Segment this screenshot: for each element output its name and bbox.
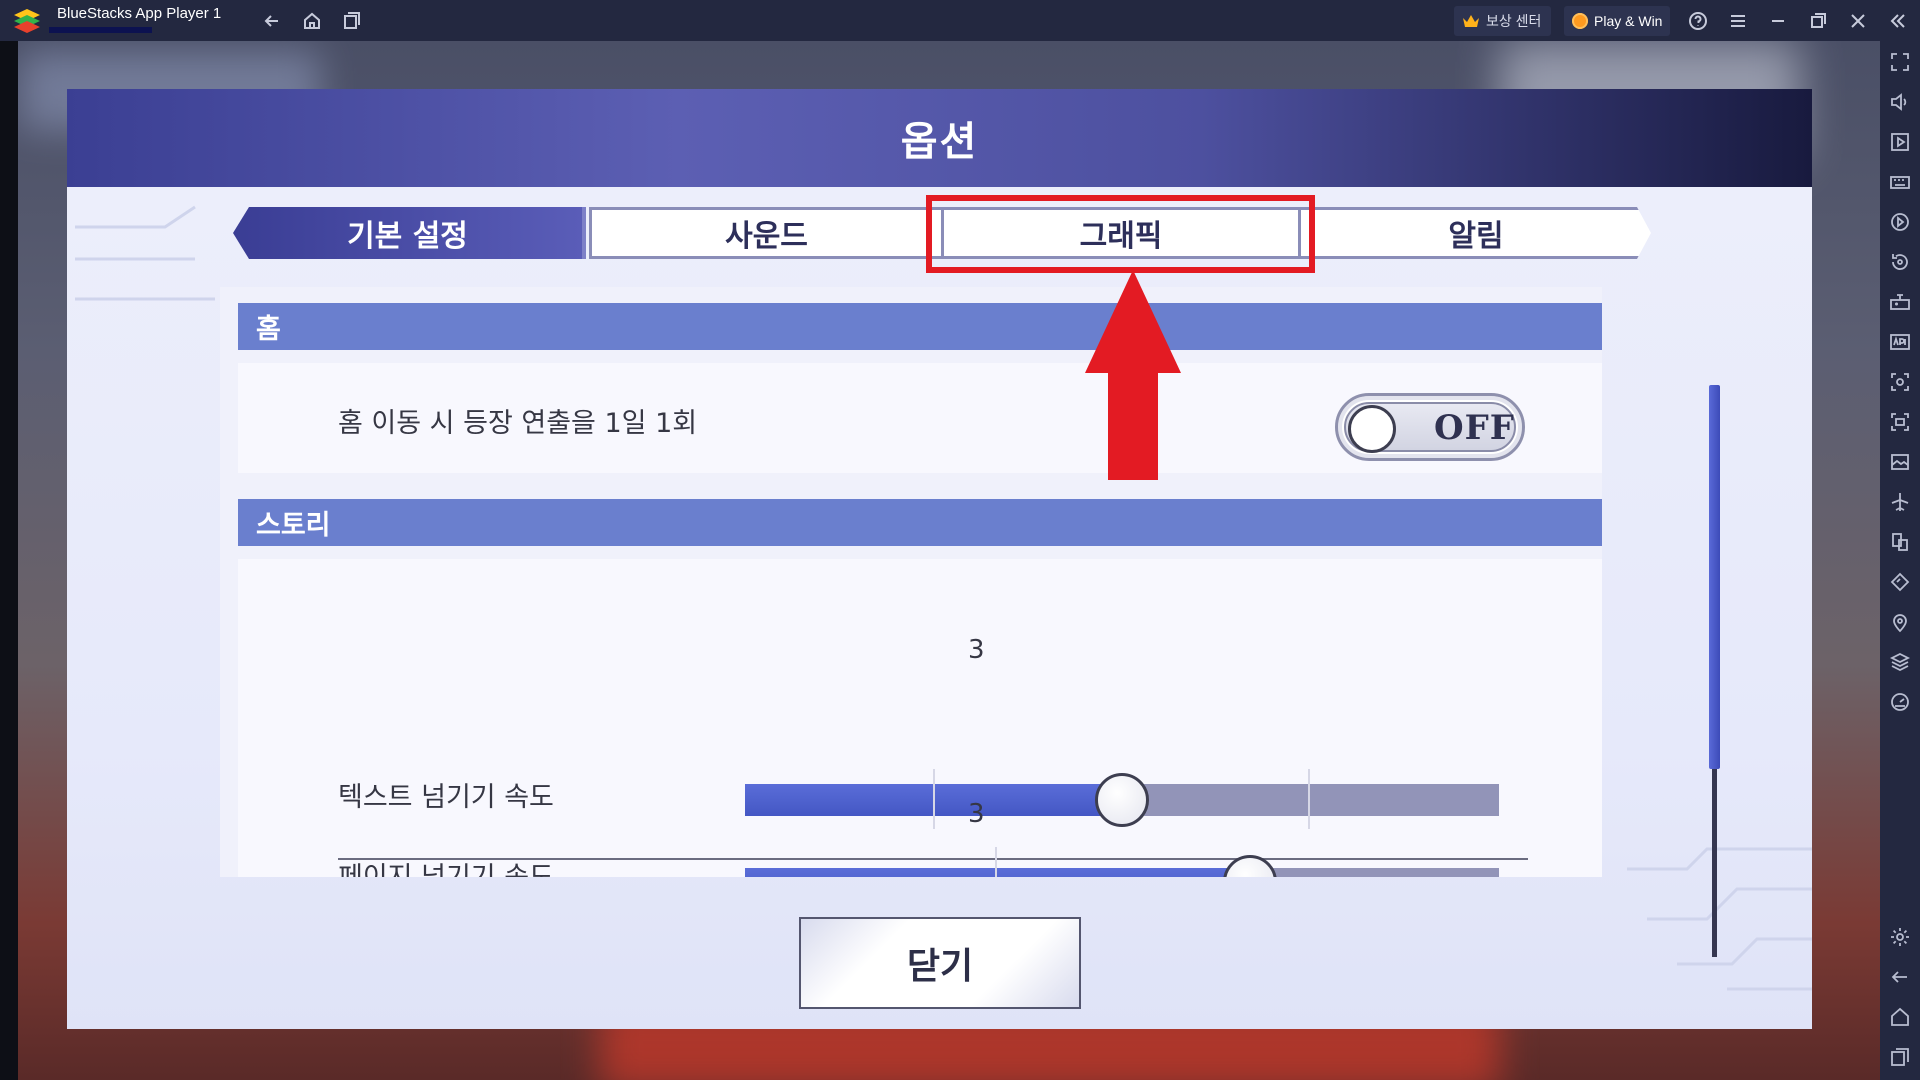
crown-icon (1463, 15, 1479, 27)
airplane-icon[interactable] (1889, 491, 1911, 513)
record-icon[interactable] (1889, 411, 1911, 433)
home-intro-label: 홈 이동 시 등장 연출을 1일 1회 (338, 408, 698, 439)
keyboard-icon[interactable] (1889, 171, 1911, 193)
performance-icon[interactable] (1889, 691, 1911, 713)
play-and-win-button[interactable]: Play & Win (1564, 6, 1671, 36)
multi-instance-icon[interactable] (1889, 531, 1911, 553)
home-intro-toggle[interactable]: OFF (1335, 393, 1525, 461)
toggle-state-text: OFF (1434, 408, 1515, 448)
rotate-icon[interactable] (1889, 251, 1911, 273)
settings-icon[interactable] (1889, 926, 1911, 948)
layers-icon[interactable] (1889, 651, 1911, 673)
circuit-decoration-left (75, 205, 215, 301)
reward-center-label: 보상 센터 (1486, 13, 1542, 29)
media-icon[interactable] (1889, 131, 1911, 153)
page-speed-label: 페이지 넘기기 속도 (338, 855, 554, 877)
coin-icon (1572, 13, 1588, 29)
play-and-win-label: Play & Win (1594, 13, 1663, 29)
text-speed-slider-knob[interactable] (1095, 773, 1149, 827)
restore-icon[interactable] (1805, 8, 1831, 34)
scrollbar-thumb[interactable] (1709, 385, 1720, 769)
toggle-track: OFF (1344, 402, 1516, 453)
slider-tick (933, 769, 935, 829)
section-header-story: 스토리 (238, 499, 1602, 546)
setting-rows-story (238, 559, 1602, 877)
toggle-knob (1348, 405, 1396, 453)
close-button[interactable]: 닫기 (799, 917, 1081, 1009)
multi-instance-icon[interactable] (339, 8, 365, 34)
tab-sound[interactable]: 사운드 (589, 207, 941, 259)
reward-center-button[interactable]: 보상 센터 (1454, 6, 1552, 36)
help-icon[interactable] (1685, 8, 1711, 34)
fullscreen-icon[interactable] (1889, 51, 1911, 73)
macro-icon[interactable] (1889, 211, 1911, 233)
apk-icon[interactable] (1889, 331, 1911, 353)
minimize-icon[interactable] (1765, 8, 1791, 34)
tab-notifications[interactable]: 알림 (1301, 207, 1651, 259)
circuit-decoration-right (1627, 847, 1812, 991)
screenshot-icon[interactable] (1889, 371, 1911, 393)
home-icon[interactable] (299, 8, 325, 34)
slider-tick (1308, 769, 1310, 829)
right-sidebar (1880, 41, 1920, 1080)
home-icon[interactable] (1889, 1006, 1911, 1028)
dialog-title: 옵션 (900, 119, 979, 165)
title-underline (49, 27, 152, 33)
gamepad-icon[interactable] (1889, 291, 1911, 313)
slider-tick (995, 847, 997, 877)
location-icon[interactable] (1889, 611, 1911, 633)
red-arrow-icon (1085, 270, 1181, 480)
bluestacks-logo-icon (14, 9, 40, 33)
slider-fill (745, 868, 1251, 877)
text-speed-value: 3 (968, 635, 985, 665)
app-title: BlueStacks App Player 1 (57, 5, 222, 22)
page-speed-value: 3 (968, 799, 985, 829)
close-icon[interactable] (1845, 8, 1871, 34)
settings-content: 홈 홈 이동 시 등장 연출을 1일 1회 OFF 스토리 3 텍스트 넘기기 … (220, 287, 1602, 877)
eco-mode-icon[interactable] (1889, 571, 1911, 593)
collapse-sidebar-icon[interactable] (1884, 8, 1910, 34)
dialog-header: 옵션 (67, 89, 1812, 187)
back-icon[interactable] (259, 8, 285, 34)
menu-icon[interactable] (1725, 8, 1751, 34)
highlight-box (926, 195, 1315, 273)
back-icon[interactable] (1889, 966, 1911, 988)
media-folder-icon[interactable] (1889, 451, 1911, 473)
game-viewport: 옵션 기본 설정 사운드 그래픽 알림 홈 홈 이동 시 등장 연출을 1일 1… (0, 41, 1880, 1080)
recent-apps-icon[interactable] (1889, 1046, 1911, 1068)
page-speed-slider[interactable] (745, 868, 1499, 877)
tab-basic-settings[interactable]: 기본 설정 (233, 207, 586, 259)
volume-icon[interactable] (1889, 91, 1911, 113)
left-edge (0, 41, 18, 1080)
section-header-home: 홈 (238, 303, 1602, 350)
text-speed-label: 텍스트 넘기기 속도 (338, 782, 554, 813)
title-bar: BlueStacks App Player 1 보상 센터 Play & Win (0, 0, 1920, 41)
